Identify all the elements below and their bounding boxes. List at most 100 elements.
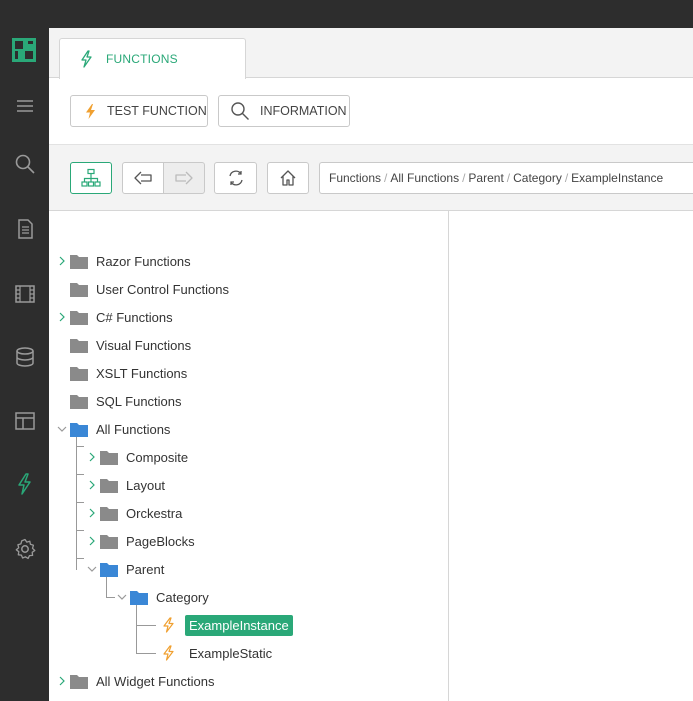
tree-node-composite[interactable]: Composite [87, 446, 192, 468]
tree-node-label: ExampleStatic [189, 645, 273, 661]
refresh-button[interactable] [214, 162, 257, 194]
folder-icon [70, 366, 88, 381]
tree-connector [76, 474, 84, 475]
forward-button[interactable] [163, 162, 205, 194]
breadcrumb: Functions / All Functions / Parent / Cat… [319, 162, 693, 194]
test-function-button[interactable]: TEST FUNCTION [70, 95, 208, 127]
breadcrumb-separator: / [564, 171, 569, 185]
search-icon [231, 102, 249, 120]
tree-node-label: XSLT Functions [96, 365, 188, 381]
breadcrumb-item[interactable]: Functions [329, 171, 381, 185]
document-icon[interactable] [12, 216, 38, 242]
arrow-right-icon [175, 171, 193, 185]
tree-node-all-functions[interactable]: All Functions [57, 418, 174, 440]
breadcrumb-separator: / [384, 171, 388, 185]
folder-icon [70, 310, 88, 325]
bolt-icon [81, 50, 92, 68]
folder-icon [70, 394, 88, 409]
chevron-right-icon[interactable] [87, 508, 97, 518]
tree-connector [136, 600, 137, 654]
test-function-label: TEST FUNCTION [107, 104, 207, 118]
functions-bolt-icon[interactable] [12, 471, 38, 497]
breadcrumb-item[interactable]: Category [513, 171, 562, 185]
folder-open-icon [100, 562, 118, 577]
tree-connector [76, 446, 84, 447]
tree-node-label: C# Functions [96, 309, 173, 325]
tree-node-label: PageBlocks [126, 533, 195, 549]
settings-gear-icon[interactable] [12, 536, 38, 562]
breadcrumb-item[interactable]: ExampleInstance [571, 171, 663, 185]
tree-node-parent[interactable]: Parent [87, 558, 168, 580]
database-icon[interactable] [12, 344, 38, 370]
back-button[interactable] [122, 162, 164, 194]
app-logo-icon[interactable] [12, 38, 36, 62]
tree-node-label: Orckestra [126, 505, 183, 521]
tree-node-label: Layout [126, 477, 166, 493]
tree-node-label: Razor Functions [96, 253, 191, 269]
information-button[interactable]: INFORMATION [218, 95, 350, 127]
tree-node-label: All Widget Functions [96, 673, 215, 689]
tree-connector [106, 597, 115, 598]
tree-node-label: All Functions [96, 421, 171, 437]
chevron-down-icon[interactable] [117, 592, 127, 602]
folder-icon [70, 674, 88, 689]
information-label: INFORMATION [260, 104, 347, 118]
folder-icon [70, 338, 88, 353]
chevron-down-icon[interactable] [57, 424, 67, 434]
chevron-right-icon[interactable] [57, 256, 67, 266]
bolt-icon [86, 103, 95, 119]
tree-node-category[interactable]: Category [117, 586, 213, 608]
detail-pane [449, 211, 693, 701]
navigation-bar: Functions / All Functions / Parent / Cat… [49, 145, 693, 211]
search-icon[interactable] [12, 151, 38, 177]
tree-node-user-control-functions[interactable]: User Control Functions [70, 278, 233, 300]
tree-node-example-instance[interactable]: ExampleInstance [163, 614, 293, 636]
folder-open-icon [70, 422, 88, 437]
chevron-right-icon[interactable] [57, 676, 67, 686]
menu-icon[interactable] [12, 93, 38, 119]
media-film-icon[interactable] [12, 281, 38, 307]
arrow-left-icon [134, 171, 152, 185]
chevron-down-icon[interactable] [87, 564, 97, 574]
tree-node-xslt-functions[interactable]: XSLT Functions [70, 362, 191, 384]
bolt-icon [163, 645, 174, 661]
tree-node-sql-functions[interactable]: SQL Functions [70, 390, 186, 412]
tab-bar: FUNCTIONS [49, 28, 693, 79]
tab-functions[interactable]: FUNCTIONS [59, 38, 246, 79]
tree-connector [76, 432, 77, 570]
tree-node-razor-functions[interactable]: Razor Functions [57, 250, 195, 272]
folder-icon [100, 534, 118, 549]
tree-node-label: User Control Functions [96, 281, 229, 297]
home-icon [280, 170, 296, 186]
tree-node-all-widget-functions[interactable]: All Widget Functions [57, 670, 219, 692]
chevron-right-icon[interactable] [87, 536, 97, 546]
breadcrumb-item[interactable]: Parent [468, 171, 503, 185]
tree-node-label: Parent [126, 561, 165, 577]
tree-node-label: SQL Functions [96, 393, 182, 409]
left-rail [0, 0, 49, 701]
folder-icon [100, 506, 118, 521]
chevron-right-icon[interactable] [87, 452, 97, 462]
tree-connector [76, 558, 84, 559]
home-button[interactable] [267, 162, 309, 194]
tree-node-label: Visual Functions [96, 337, 192, 353]
tree-node-label-selected: ExampleInstance [185, 614, 293, 636]
tree-view-button[interactable] [70, 162, 112, 194]
bolt-icon [163, 617, 174, 633]
chevron-right-icon[interactable] [87, 480, 97, 490]
tree-connector [136, 625, 156, 626]
tree-node-visual-functions[interactable]: Visual Functions [70, 334, 195, 356]
breadcrumb-separator: / [506, 171, 511, 185]
tree-node-orckestra[interactable]: Orckestra [87, 502, 186, 524]
tree-node-csharp-functions[interactable]: C# Functions [57, 306, 177, 328]
breadcrumb-item[interactable]: All Functions [390, 171, 459, 185]
tree-node-example-static[interactable]: ExampleStatic [163, 642, 276, 664]
sitemap-icon [81, 168, 101, 187]
breadcrumb-separator: / [462, 171, 466, 185]
function-tree: Razor Functions User Control Functions C… [49, 211, 449, 701]
tree-node-label: Composite [126, 449, 189, 465]
layout-icon[interactable] [12, 408, 38, 434]
chevron-right-icon[interactable] [57, 312, 67, 322]
tree-node-pageblocks[interactable]: PageBlocks [87, 530, 199, 552]
tree-node-layout[interactable]: Layout [87, 474, 169, 496]
